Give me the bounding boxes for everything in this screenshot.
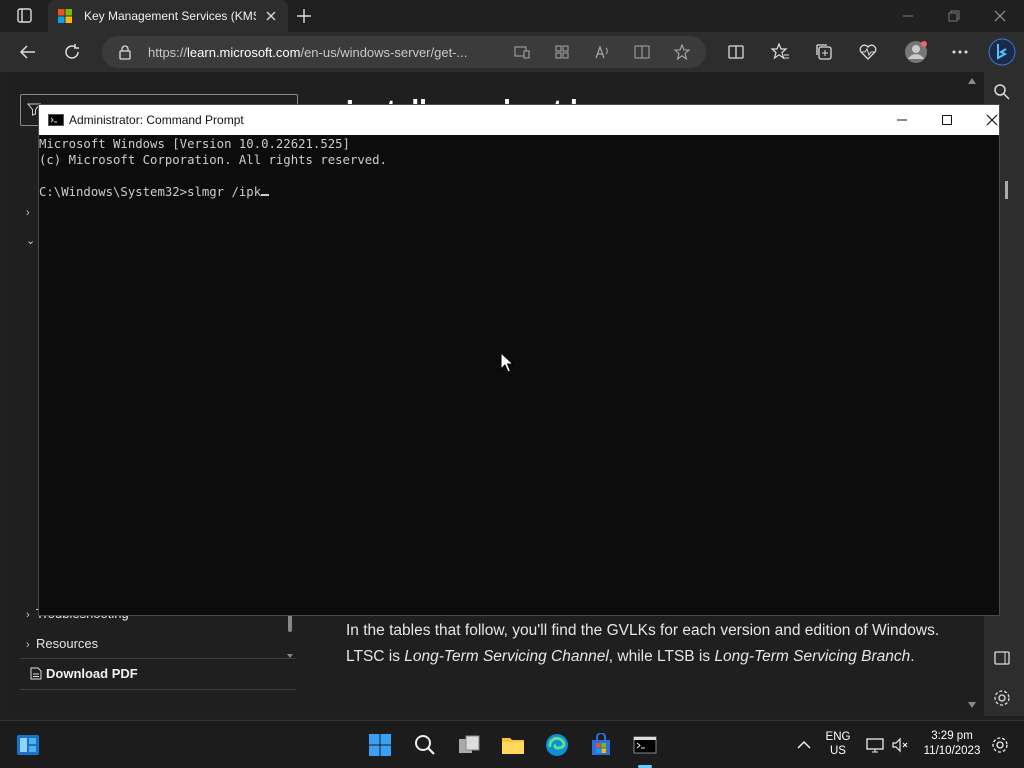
cmd-close-icon[interactable] (984, 112, 1000, 128)
text-cursor (261, 194, 270, 196)
console-prompt-line[interactable]: C:\Windows\System32>slmgr /ipk (39, 184, 270, 200)
edge-browser-icon[interactable] (545, 733, 569, 757)
toc-item-resources[interactable]: › Resources (26, 636, 98, 651)
browser-restore-icon[interactable] (946, 8, 962, 24)
widgets-icon[interactable] (16, 733, 40, 757)
volume-muted-icon[interactable] (890, 735, 910, 755)
browser-tab-kms[interactable]: Key Management Services (KMS) (48, 0, 288, 32)
close-tab-icon[interactable] (264, 9, 278, 23)
notification-settings-icon[interactable] (990, 735, 1010, 755)
url-text[interactable]: https://learn.microsoft.com/en-us/window… (148, 45, 467, 60)
new-tab-icon[interactable] (296, 8, 312, 24)
console-line: (c) Microsoft Corporation. All rights re… (39, 153, 387, 167)
toc-divider (20, 689, 296, 690)
tab-title: Key Management Services (KMS) (84, 9, 256, 23)
article-paragraph: In the tables that follow, you'll find t… (346, 622, 940, 665)
cmd-scrollbar[interactable] (1005, 181, 1008, 199)
cmd-titlebar[interactable]: Administrator: Command Prompt (39, 105, 999, 135)
apps-grid-icon[interactable] (554, 44, 570, 60)
task-view-icon[interactable] (457, 733, 481, 757)
toc-divider (20, 658, 296, 659)
toc-expanded-item[interactable]: ⌄ (26, 232, 36, 247)
network-icon[interactable] (865, 735, 885, 755)
immersive-reader-icon[interactable] (634, 44, 650, 60)
microsoft-logo-icon (58, 9, 72, 23)
favorites-icon[interactable] (770, 42, 790, 62)
language-indicator[interactable]: ENG US (822, 731, 854, 757)
cmd-maximize-icon[interactable] (939, 112, 955, 128)
clock[interactable]: 3:29 pm 11/10/2023 (918, 730, 986, 757)
sidebar-settings-gear-icon[interactable] (992, 688, 1012, 708)
command-prompt-window[interactable]: Administrator: Command Prompt Microsoft … (38, 104, 1008, 616)
console-line: Microsoft Windows [Version 10.0.22621.52… (39, 137, 350, 151)
search-icon[interactable] (413, 733, 437, 757)
browser-tab-strip: Key Management Services (KMS) (0, 0, 1024, 32)
collections-icon[interactable] (814, 42, 834, 62)
command-prompt-taskbar-icon[interactable] (633, 733, 657, 757)
toc-scrollbar[interactable] (286, 612, 294, 662)
show-hidden-icons-chevron-icon[interactable] (794, 735, 814, 755)
browser-essentials-icon[interactable] (858, 42, 878, 62)
refresh-icon[interactable] (62, 42, 82, 62)
read-aloud-icon[interactable] (594, 44, 610, 60)
sidebar-search-icon[interactable] (992, 82, 1012, 102)
browser-toolbar: https://learn.microsoft.com/en-us/window… (0, 32, 1024, 72)
back-arrow-icon[interactable] (18, 42, 38, 62)
cmd-window-title: Administrator: Command Prompt (69, 113, 244, 127)
tab-actions-icon[interactable] (10, 6, 36, 26)
download-pdf-link[interactable]: Download PDF (30, 666, 138, 681)
mouse-pointer-icon (500, 352, 514, 374)
bing-copilot-icon[interactable] (988, 38, 1016, 66)
profile-avatar-icon[interactable] (904, 40, 928, 64)
favorite-star-icon[interactable] (674, 44, 690, 60)
app-available-icon[interactable] (514, 44, 530, 60)
browser-minimize-icon[interactable] (900, 8, 916, 24)
more-options-icon[interactable] (950, 42, 970, 62)
browser-close-icon[interactable] (992, 8, 1008, 24)
split-screen-icon[interactable] (726, 42, 746, 62)
windows-taskbar: ENG US 3:29 pm 11/10/2023 (0, 720, 1024, 768)
address-bar[interactable]: https://learn.microsoft.com/en-us/window… (102, 36, 706, 68)
lock-icon[interactable] (118, 44, 132, 60)
cmd-console[interactable]: Microsoft Windows [Version 10.0.22621.52… (39, 135, 1008, 615)
cmd-app-icon (48, 114, 64, 126)
microsoft-store-icon[interactable] (589, 733, 613, 757)
sidebar-toggle-icon[interactable] (992, 648, 1012, 668)
pdf-document-icon (30, 667, 42, 680)
windows-start-icon[interactable] (368, 733, 392, 757)
cmd-minimize-icon[interactable] (894, 112, 910, 128)
toc-collapsed-item[interactable]: › (26, 204, 36, 219)
file-explorer-icon[interactable] (501, 733, 525, 757)
